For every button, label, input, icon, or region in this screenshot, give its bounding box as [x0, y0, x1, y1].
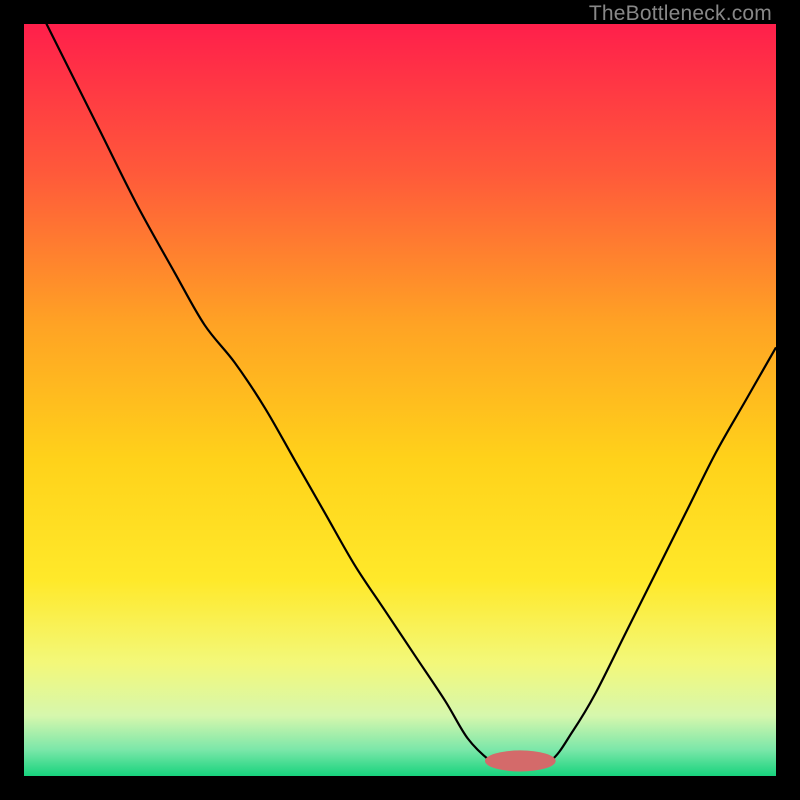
- chart-frame: TheBottleneck.com: [0, 0, 800, 800]
- chart-svg: [24, 24, 776, 776]
- optimal-marker: [485, 750, 556, 771]
- plot-area: [24, 24, 776, 776]
- gradient-background: [24, 24, 776, 776]
- watermark-text: TheBottleneck.com: [589, 2, 772, 26]
